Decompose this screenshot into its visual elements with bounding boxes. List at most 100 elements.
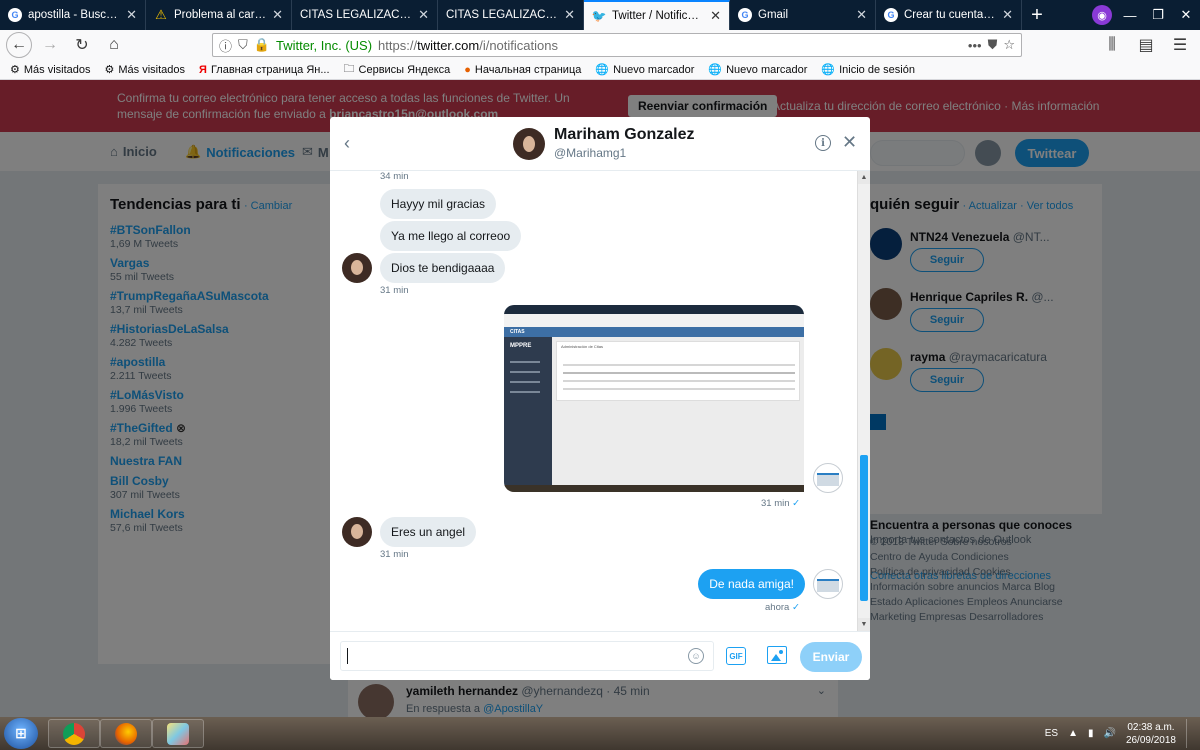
received-message[interactable]: Dios te bendigaaaa (380, 253, 506, 283)
screenshot-header: CITAS (504, 327, 804, 337)
bookmark-item[interactable]: 🌐 Nuevo marcador (708, 63, 807, 77)
screenshot-toolbar (504, 314, 804, 327)
windows-taskbar: ⊞ ES ▲ ▮ 🔊 02:38 a.m. 26/09/2018 (0, 717, 1200, 750)
bookmark-item[interactable]: 🌐 Inicio de sesión (821, 63, 915, 77)
taskbar-clock[interactable]: 02:38 a.m. 26/09/2018 (1126, 721, 1176, 747)
tab-gmail[interactable]: G Gmail ✕ (730, 0, 876, 30)
send-button[interactable]: Enviar (800, 642, 862, 672)
bookmark-item[interactable]: ⚙ Más visitados (10, 63, 91, 77)
private-mask-icon[interactable]: ◉ (1092, 5, 1112, 25)
language-indicator[interactable]: ES (1045, 728, 1058, 739)
back-button[interactable]: ← (6, 32, 32, 58)
home-button[interactable]: ⌂ (100, 32, 128, 58)
google-icon: G (738, 8, 752, 22)
tab-title: Crear tu cuenta de Go (904, 9, 996, 21)
url-bar[interactable]: ⓘ ⛉ 🔒 Twitter, Inc. (US) https://twitter… (212, 33, 1022, 57)
avatar[interactable] (342, 517, 372, 547)
close-window-button[interactable]: ✕ (1172, 0, 1200, 30)
tab-apostilla[interactable]: G apostilla - Buscar con ✕ (0, 0, 146, 30)
minimize-button[interactable]: — (1116, 0, 1144, 30)
dm-contact-handle: @Marihamg1 (554, 146, 627, 160)
url-site-identity: Twitter, Inc. (US) (275, 37, 373, 53)
taskbar-chrome[interactable] (48, 719, 100, 748)
sent-message[interactable]: De nada amiga! (698, 569, 805, 599)
close-icon[interactable]: ✕ (126, 7, 137, 23)
scroll-up-arrow-icon[interactable]: ▲ (858, 171, 870, 184)
info-icon[interactable]: ⓘ (219, 36, 232, 55)
scrollbar-thumb[interactable] (860, 455, 868, 601)
library-icon[interactable]: ⫼ (1098, 32, 1126, 58)
globe-icon: 🌐 (595, 64, 610, 76)
forward-button[interactable]: → (36, 32, 64, 58)
network-icon[interactable]: ▮ (1088, 728, 1094, 739)
message-timestamp: 31 min (380, 549, 409, 560)
received-message[interactable]: Hayyy mil gracias (380, 189, 497, 219)
bookmark-item[interactable]: 🗀 Сервисы Яндекса (344, 60, 451, 79)
page-actions-icon[interactable]: ••• (968, 38, 982, 53)
url-host: twitter.com (417, 37, 480, 53)
tab-title: CITAS LEGALIZACIONES | (446, 9, 558, 21)
menu-icon[interactable]: ☰ (1166, 32, 1194, 58)
new-tab-button[interactable]: + (1022, 0, 1052, 30)
dm-scrollbar[interactable]: ▲ ▼ (857, 171, 870, 631)
show-desktop-button[interactable] (1186, 719, 1194, 748)
info-icon[interactable]: i (815, 135, 831, 151)
scroll-down-arrow-icon[interactable]: ▼ (858, 618, 870, 631)
pocket-icon[interactable]: ⛊ (988, 37, 998, 53)
image-upload-icon[interactable] (767, 646, 787, 664)
tab-title: Problema al cargar la (174, 9, 266, 21)
close-icon[interactable]: ✕ (842, 132, 857, 153)
gif-button[interactable]: GIF (726, 647, 746, 665)
screenshot-table-row (563, 388, 795, 390)
avatar[interactable] (813, 463, 843, 493)
clock-time: 02:38 a.m. (1127, 721, 1175, 733)
message-input[interactable] (340, 641, 714, 671)
close-icon[interactable]: ✕ (710, 8, 721, 24)
sent-screenshot-image[interactable]: CITAS MPPRE Administración de Citas (504, 305, 804, 492)
back-arrow-icon[interactable]: ‹ (344, 133, 350, 154)
maximize-button[interactable]: ❐ (1144, 0, 1172, 30)
close-icon[interactable]: ✕ (272, 7, 283, 23)
received-message[interactable]: Ya me llego al correoo (380, 221, 522, 251)
avatar[interactable] (813, 569, 843, 599)
bookmark-item[interactable]: ● Начальная страница (464, 64, 581, 76)
reload-button[interactable]: ↻ (68, 32, 96, 58)
taskbar-firefox[interactable] (100, 719, 152, 748)
tab-title: apostilla - Buscar con (28, 9, 120, 21)
chrome-icon (63, 722, 85, 745)
tray-expand-icon[interactable]: ▲ (1068, 728, 1078, 739)
screenshot-content: Administración de Citas (556, 341, 800, 401)
shield-icon[interactable]: ⛉ (238, 37, 248, 53)
close-icon[interactable]: ✕ (1002, 7, 1013, 23)
screenshot-menu-line (510, 381, 540, 383)
close-icon[interactable]: ✕ (418, 7, 429, 23)
dm-contact-name[interactable]: Mariham Gonzalez (554, 126, 694, 144)
timestamp-text: ahora (765, 602, 790, 613)
bookmark-star-icon[interactable]: ☆ (1003, 37, 1015, 53)
close-icon[interactable]: ✕ (856, 7, 867, 23)
tab-twitter[interactable]: 🐦 Twitter / Notificacion ✕ (584, 0, 730, 30)
tab-citas-1[interactable]: CITAS LEGALIZACIONES | ✕ (292, 0, 438, 30)
sidebar-icon[interactable]: ▤ (1132, 32, 1160, 58)
tab-citas-2[interactable]: CITAS LEGALIZACIONES | ✕ (438, 0, 584, 30)
taskbar-paint[interactable] (152, 719, 204, 748)
received-message[interactable]: Eres un angel (380, 517, 477, 547)
bookmark-label: Главная страница Ян... (210, 63, 330, 76)
tab-crear-cuenta[interactable]: G Crear tu cuenta de Go ✕ (876, 0, 1022, 30)
bookmark-item[interactable]: Я Главная страница Ян... (199, 64, 329, 76)
emoji-icon[interactable]: ☺ (688, 648, 704, 664)
avatar[interactable] (513, 128, 545, 160)
speaker-icon[interactable]: 🔊 (1103, 728, 1115, 739)
twitter-icon: 🐦 (591, 9, 607, 23)
bookmark-item[interactable]: 🌐 Nuevo marcador (595, 63, 694, 77)
tab-title: Gmail (758, 9, 789, 21)
tab-problema[interactable]: ⚠ Problema al cargar la ✕ (146, 0, 292, 30)
google-icon: G (8, 8, 22, 22)
folder-icon: 🗀 (343, 63, 355, 75)
gear-icon: ⚙ (10, 64, 20, 76)
start-button[interactable]: ⊞ (4, 718, 38, 749)
message-timestamp: 31 min (380, 285, 409, 296)
close-icon[interactable]: ✕ (564, 7, 575, 23)
bookmark-item[interactable]: ⚙ Más visitados (105, 63, 186, 77)
avatar[interactable] (342, 253, 372, 283)
